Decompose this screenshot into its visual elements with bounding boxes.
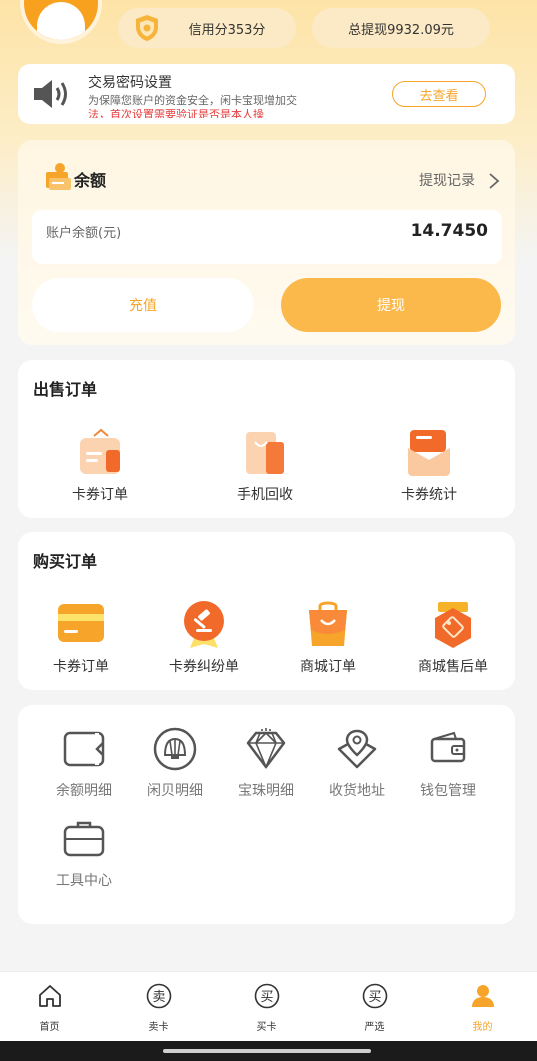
sell-orders-card: 出售订单 卡券订单 手机回收 卡券统计 (18, 360, 515, 518)
notice-banner[interactable]: 交易密码设置 为保障您账户的资金安全，闲卡宝现增加交 法，首次设置需要验证是否是… (18, 64, 515, 124)
notice-description: 为保障您账户的资金安全，闲卡宝现增加交 (88, 94, 297, 107)
wallet-icon (430, 731, 466, 763)
coupon-bag-icon (80, 428, 120, 474)
balance-icon (46, 163, 71, 190)
tab-mine[interactable]: 我的 (429, 972, 536, 1042)
tool-label: 工具中心 (56, 873, 112, 889)
account-balance-label: 账户余额(元) (46, 226, 122, 241)
tab-selected[interactable]: 买 严选 (321, 972, 428, 1042)
speaker-icon (34, 80, 67, 108)
buy-icon: 买 (254, 983, 280, 1009)
diamond-icon (246, 728, 286, 770)
home-icon (39, 985, 61, 1007)
sell-orders-title: 出售订单 (33, 380, 98, 399)
home-indicator[interactable] (163, 1049, 371, 1053)
sell-item-label: 卡券订单 (72, 487, 128, 503)
tag-shield-icon (435, 602, 471, 648)
tool-label: 钱包管理 (420, 783, 476, 799)
shield-icon (136, 15, 158, 41)
tool-label: 宝珠明细 (238, 783, 294, 799)
sell-item-label: 卡券统计 (401, 487, 457, 503)
credit-score-label: 信用分353分 (188, 22, 266, 38)
withdraw-button[interactable]: 提现 (281, 278, 501, 332)
card-icon (58, 604, 104, 642)
sell-item-label: 手机回收 (237, 487, 293, 503)
buy-item-label: 商城订单 (300, 659, 356, 675)
svg-text:卖: 卖 (152, 990, 165, 1005)
toolbox-icon (63, 821, 105, 857)
svg-text:买: 买 (260, 990, 273, 1005)
tool-label: 余额明细 (56, 783, 112, 799)
tab-sell-card[interactable]: 卖 卖卡 (105, 972, 212, 1042)
buy-orders-card: 购买订单 卡券订单 卡券纠纷单 商城订单 商城售后单 (18, 532, 515, 690)
tool-label: 闲贝明细 (147, 783, 203, 799)
tab-label: 我的 (472, 1022, 493, 1033)
svg-text:买: 买 (368, 990, 381, 1005)
notice-description-cut: 法，首次设置需要验证是否是本人操 (88, 109, 264, 118)
balance-card: 余额 提现记录 账户余额(元) 14.7450 充值 提现 (18, 140, 515, 345)
phone-bag-icon (246, 432, 284, 474)
account-balance-box: 账户余额(元) 14.7450 (32, 210, 502, 264)
total-withdraw-pill[interactable]: 总提现9932.09元 (312, 8, 490, 48)
sell-icon: 卖 (146, 983, 172, 1009)
tab-home[interactable]: 首页 (0, 972, 103, 1042)
tab-label: 买卡 (256, 1022, 277, 1033)
withdraw-record-link[interactable]: 提现记录 (419, 170, 475, 190)
map-pin-icon (337, 729, 377, 769)
bottom-tab-bar: 首页 卖 卖卡 买 买卡 买 严选 我的 (0, 971, 537, 1042)
tool-label: 收货地址 (329, 783, 385, 799)
tab-label: 首页 (39, 1022, 60, 1033)
shell-icon (153, 727, 197, 771)
chevron-right-icon[interactable] (488, 172, 500, 190)
buy-item-label: 卡券订单 (53, 659, 109, 675)
gavel-medal-icon (184, 601, 224, 648)
balance-title: 余额 (74, 171, 107, 190)
notice-title: 交易密码设置 (88, 75, 172, 91)
buy-item-label: 卡券纠纷单 (169, 659, 239, 675)
tab-buy-card[interactable]: 买 买卡 (213, 972, 320, 1042)
tools-card: 余额明细 闲贝明细 宝珠明细 收货地址 钱包管理 工具中心 (18, 705, 515, 924)
shopping-bag-icon (309, 601, 347, 646)
user-icon (472, 985, 494, 1007)
buy-orders-title: 购买订单 (33, 552, 98, 571)
avatar-body (37, 2, 85, 40)
total-withdraw-label: 总提现9932.09元 (348, 22, 454, 38)
account-balance-value: 14.7450 (410, 221, 488, 241)
system-navigation-bar (0, 1041, 537, 1061)
view-button[interactable]: 去查看 (392, 81, 486, 107)
tab-label: 严选 (364, 1022, 385, 1033)
buy-item-label: 商城售后单 (418, 659, 488, 675)
envelope-icon (408, 430, 450, 476)
selected-icon: 买 (362, 983, 388, 1009)
wallet-card-icon (63, 731, 105, 767)
recharge-button[interactable]: 充值 (32, 278, 254, 332)
tab-label: 卖卡 (148, 1022, 169, 1033)
